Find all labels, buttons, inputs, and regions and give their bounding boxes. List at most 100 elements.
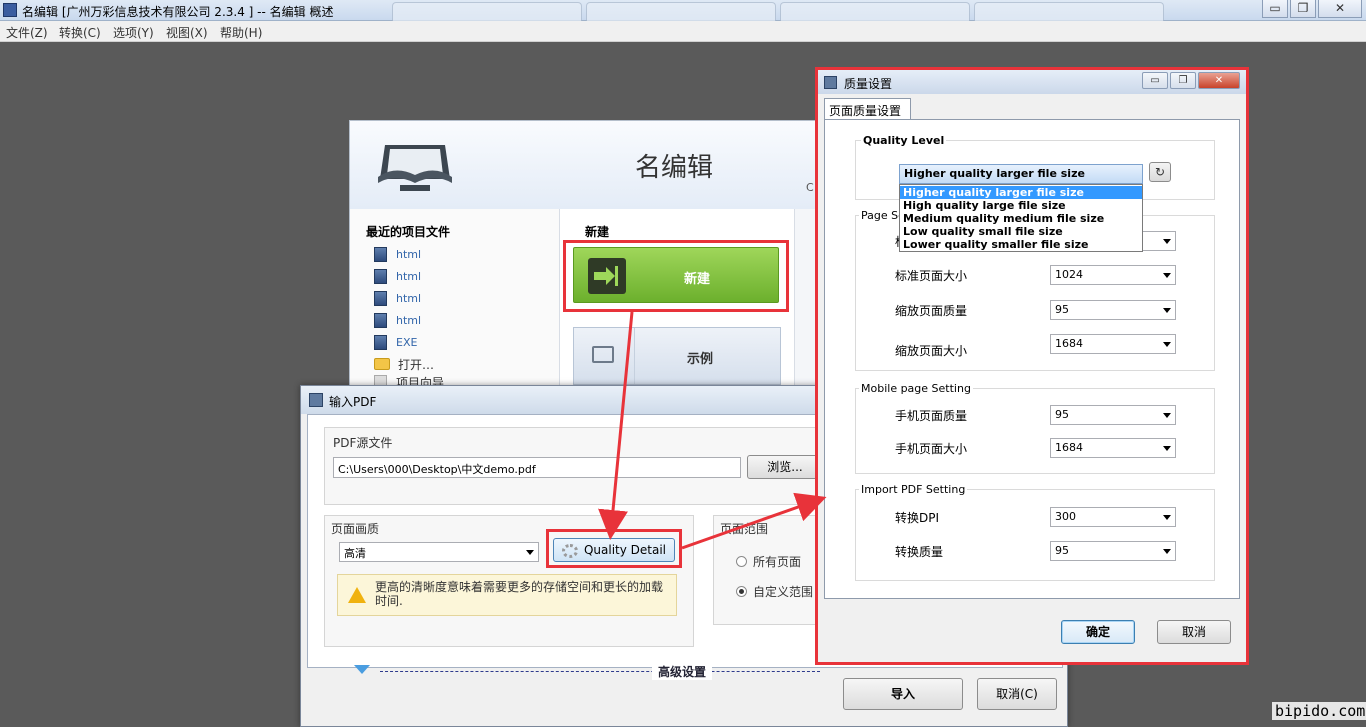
import-dialog-title: 输入PDF [329, 395, 377, 409]
convert-quality-select[interactable]: 95 [1050, 541, 1176, 561]
subtitle-fragment: C [806, 181, 814, 194]
zoom-page-size-label: 缩放页面大小 [895, 344, 968, 358]
chevron-down-icon [1163, 413, 1171, 418]
expand-triangle-icon[interactable] [354, 665, 370, 674]
chevron-down-icon [1163, 446, 1171, 451]
pdf-icon [309, 393, 323, 407]
quality-option[interactable]: Medium quality medium file size [900, 212, 1142, 225]
folder-icon [374, 358, 390, 370]
all-pages-label: 所有页面 [753, 555, 802, 569]
divider [634, 328, 635, 384]
convert-quality-label: 转换质量 [895, 545, 944, 559]
menu-options[interactable]: 选项(Y) [113, 24, 154, 41]
warning-icon [348, 587, 366, 603]
convert-dpi-label: 转换DPI [895, 511, 940, 525]
window-titlebar: 名编辑 [广州万彩信息技术有限公司 2.3.4 ] -- 名编辑 概述 ▭ ❐ … [0, 0, 1366, 21]
chevron-down-icon [1163, 549, 1171, 554]
chevron-down-icon [1163, 273, 1171, 278]
app-icon [3, 3, 17, 17]
quality-option[interactable]: High quality large file size [900, 199, 1142, 212]
page-range-label: 页面范围 [720, 522, 769, 536]
quality-dialog-titlebar: 质量设置 ▭ ❐ ✕ [818, 70, 1246, 94]
page-quality-select[interactable]: 高清 [339, 542, 539, 562]
watermark: bipido.com [1272, 702, 1366, 720]
custom-range-label: 自定义范围 [753, 585, 814, 599]
standard-page-size-label: 标准页面大小 [895, 269, 968, 283]
pdf-path-input[interactable]: C:\Users\000\Desktop\中文demo.pdf [333, 457, 741, 478]
cancel-button[interactable]: 取消 [1157, 620, 1231, 644]
recent-files-column: 最近的项目文件 html html html html EXE 打开… 项目向导 [350, 209, 560, 389]
browse-button[interactable]: 浏览... [747, 455, 823, 479]
quality-option[interactable]: Higher quality larger file size [900, 186, 1142, 199]
recent-file-item[interactable]: html [374, 311, 421, 329]
sample-button[interactable]: 示例 [573, 327, 781, 385]
file-icon [374, 334, 387, 350]
open-item[interactable]: 打开… [374, 355, 434, 373]
import-button[interactable]: 导入 [843, 678, 963, 710]
menubar: 文件(Z) 转换(C) 选项(Y) 视图(X) 帮助(H) [0, 21, 1366, 42]
scrollbar-thumb[interactable] [1239, 230, 1240, 350]
book-logo [378, 145, 452, 191]
zoom-page-quality-select[interactable]: 95 [1050, 300, 1176, 320]
sample-label: 示例 [687, 352, 714, 367]
menu-file[interactable]: 文件(Z) [6, 24, 48, 41]
standard-page-size-select[interactable]: 1024 [1050, 265, 1176, 285]
maximize-icon[interactable]: ❐ [1170, 72, 1196, 89]
mobile-page-size-select[interactable]: 1684 [1050, 438, 1176, 458]
import-pdf-setting-title: Import PDF Setting [859, 483, 968, 496]
background-tab [392, 2, 582, 21]
file-icon [374, 268, 387, 284]
recent-file-item[interactable]: html [374, 245, 421, 263]
menu-help[interactable]: 帮助(H) [220, 24, 262, 41]
mobile-setting-group [855, 388, 1215, 474]
restore-button[interactable]: ❐ [1290, 0, 1316, 18]
menu-convert[interactable]: 转换(C) [59, 24, 101, 41]
recent-files-title: 最近的项目文件 [366, 225, 451, 239]
radio-all-pages[interactable] [736, 556, 747, 567]
quality-option[interactable]: Lower quality smaller file size [900, 238, 1142, 251]
minimize-button[interactable]: ▭ [1262, 0, 1288, 18]
ok-button[interactable]: 确定 [1061, 620, 1135, 644]
chevron-down-icon [526, 550, 534, 555]
file-icon [374, 246, 387, 262]
background-tab [586, 2, 776, 21]
scrollbar[interactable] [1239, 120, 1240, 599]
file-icon [374, 312, 387, 328]
recent-file-item[interactable]: html [374, 267, 421, 285]
app-name-title: 名编辑 [635, 153, 714, 183]
convert-dpi-select[interactable]: 300 [1050, 507, 1176, 527]
quality-level-dropdown-list: Higher quality larger file size High qua… [899, 184, 1143, 252]
window-title: 名编辑 [广州万彩信息技术有限公司 2.3.4 ] -- 名编辑 概述 [22, 5, 334, 19]
page-quality-label: 页面画质 [331, 522, 380, 536]
quality-level-select[interactable]: Higher quality larger file size [899, 164, 1143, 184]
import-pdf-setting-group [855, 489, 1215, 581]
zoom-page-size-select[interactable]: 1684 [1050, 334, 1176, 354]
recent-file-item[interactable]: html [374, 289, 421, 307]
background-tab [974, 2, 1164, 21]
zoom-page-quality-label: 缩放页面质量 [895, 304, 968, 318]
tab-page-quality[interactable]: 页面质量设置 [824, 98, 911, 120]
highlight-quality-detail [546, 529, 682, 568]
chevron-down-icon [1163, 239, 1171, 244]
mobile-page-quality-label: 手机页面质量 [895, 409, 968, 423]
pdf-source-label: PDF源文件 [333, 436, 393, 450]
file-icon [374, 290, 387, 306]
close-icon[interactable]: ✕ [1198, 72, 1240, 89]
pdf-icon [824, 76, 837, 89]
close-button[interactable]: ✕ [1318, 0, 1362, 18]
radio-custom-range[interactable] [736, 586, 747, 597]
recent-file-item[interactable]: EXE [374, 333, 417, 351]
mobile-setting-title: Mobile page Setting [859, 382, 973, 395]
refresh-icon[interactable]: ↻ [1149, 162, 1171, 182]
quality-option[interactable]: Low quality small file size [900, 225, 1142, 238]
mobile-page-quality-select[interactable]: 95 [1050, 405, 1176, 425]
menu-view[interactable]: 视图(X) [166, 24, 208, 41]
quality-settings-dialog: 质量设置 ▭ ❐ ✕ 页面质量设置 Quality Level Page Se … [815, 67, 1249, 665]
advanced-settings-toggle[interactable]: 高级设置 [652, 663, 713, 680]
advanced-divider [380, 671, 820, 672]
chevron-down-icon [1163, 308, 1171, 313]
background-tab [780, 2, 970, 21]
cancel-import-button[interactable]: 取消(C) [977, 678, 1057, 710]
chevron-down-icon [1163, 342, 1171, 347]
minimize-icon[interactable]: ▭ [1142, 72, 1168, 89]
